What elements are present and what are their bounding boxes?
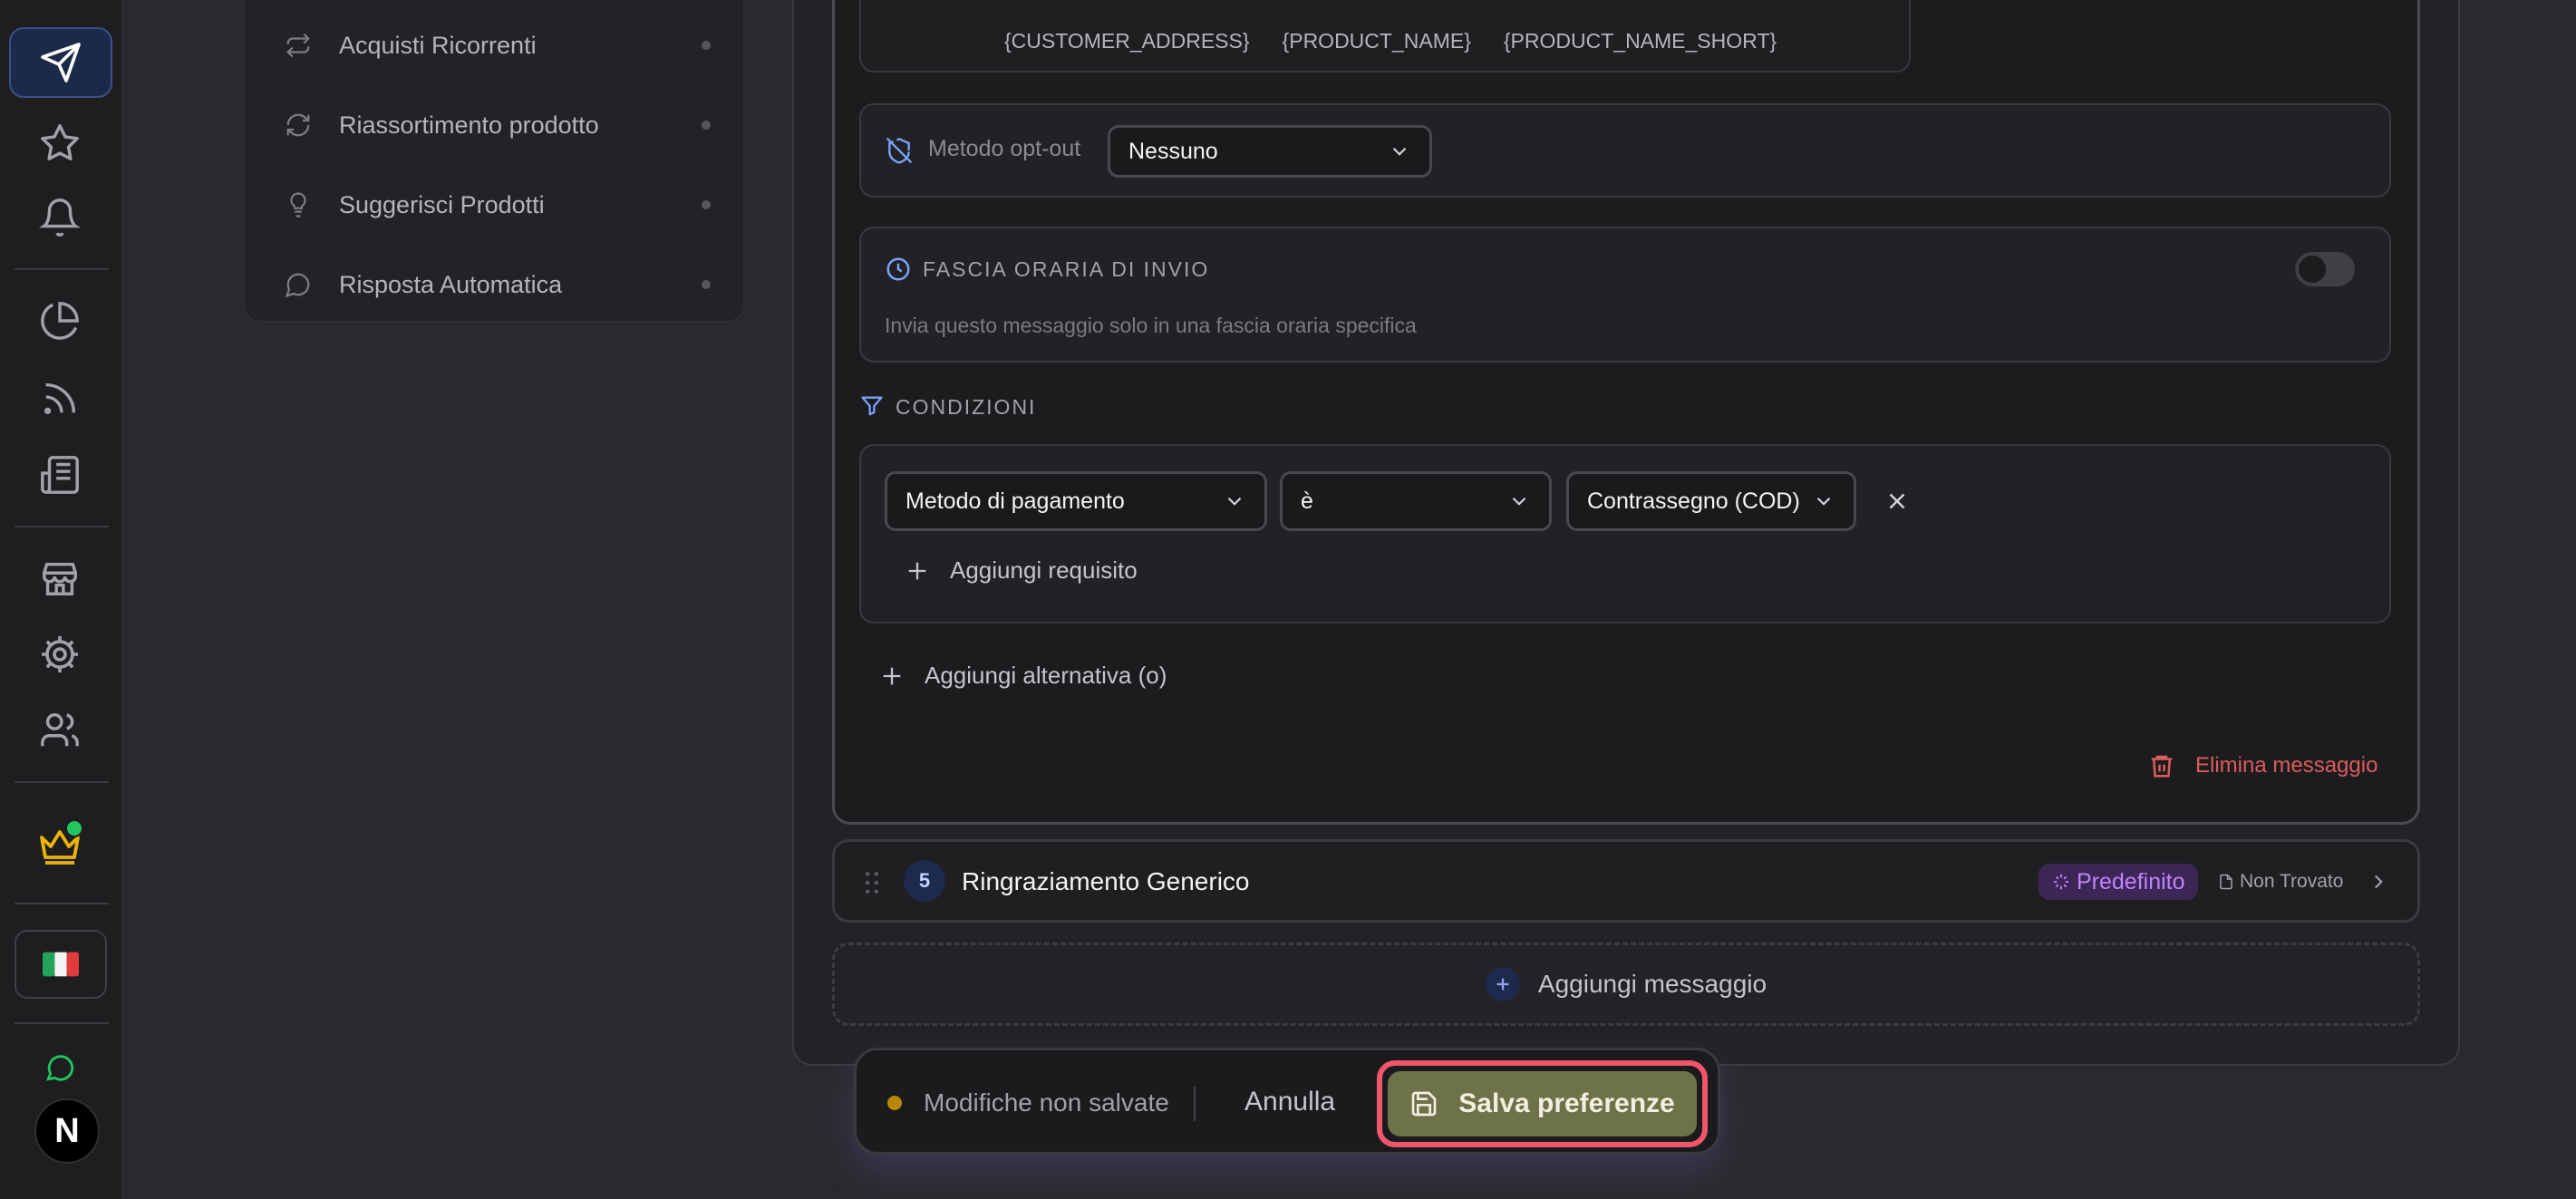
- pie-chart-icon[interactable]: [29, 290, 91, 352]
- italy-flag-icon: [43, 952, 79, 977]
- nav-item-label: Acquisti Ricorrenti: [339, 31, 537, 59]
- star-icon[interactable]: [29, 112, 91, 174]
- time-window-description: Invia questo messaggio solo in una fasci…: [885, 314, 1417, 337]
- shield-off-icon: [886, 137, 913, 164]
- chat-bubble-icon: [285, 273, 310, 298]
- rail-divider: [15, 526, 109, 527]
- variables-box: {CUSTOMER_ADDRESS} {PRODUCT_NAME} {PRODU…: [859, 0, 1911, 73]
- unsaved-label: Modifiche non salvate: [924, 1088, 1169, 1117]
- nav-status-dot: [702, 280, 711, 289]
- automation-nav-card: Acquisti Ricorrenti Riassortimento prodo…: [243, 0, 745, 323]
- variable-chip[interactable]: {PRODUCT_NAME_SHORT}: [1504, 29, 1777, 53]
- send-icon[interactable]: [9, 27, 112, 98]
- nav-status-dot: [702, 200, 711, 209]
- time-window-title: FASCIA ORARIA DI INVIO: [923, 257, 1210, 281]
- top-partial-icon[interactable]: [29, 0, 91, 31]
- nav-item-label: Riassortimento prodotto: [339, 111, 599, 139]
- delete-message-label: Elimina messaggio: [2195, 753, 2378, 778]
- add-message-button[interactable]: Aggiungi messaggio: [832, 943, 2420, 1026]
- nav-item-label: Risposta Automatica: [339, 270, 563, 298]
- default-badge: Predefinito: [2039, 864, 2198, 900]
- save-button[interactable]: Salva preferenze: [1377, 1060, 1708, 1147]
- chevron-down-icon: [1816, 497, 1831, 506]
- add-requirement-label: Aggiungi requisito: [950, 556, 1138, 584]
- add-alternative-button[interactable]: Aggiungi alternativa (o): [879, 662, 1167, 690]
- rail-divider: [15, 903, 109, 904]
- nav-status-dot: [702, 41, 711, 50]
- refresh-icon: [286, 113, 310, 137]
- language-flag-button[interactable]: [15, 930, 107, 999]
- chevron-down-icon: [1512, 497, 1526, 506]
- variable-chip[interactable]: {CUSTOMER_ADDRESS}: [1004, 29, 1250, 53]
- crown-icon[interactable]: [29, 816, 91, 877]
- filter-icon: [861, 396, 883, 416]
- savebar-divider: [1194, 1087, 1196, 1121]
- add-alternative-label: Aggiungi alternativa (o): [925, 662, 1167, 689]
- nav-item-suggerisci-prodotti[interactable]: Suggerisci Prodotti: [285, 178, 711, 232]
- sparkle-icon: [2053, 874, 2069, 890]
- drag-handle-icon: [865, 871, 879, 894]
- clock-icon: [886, 257, 910, 281]
- conditions-title: CONDIZIONI: [896, 395, 1037, 419]
- rail-divider: [15, 1022, 109, 1024]
- lightbulb-icon: [290, 192, 306, 218]
- nav-item-acquisti-ricorrenti[interactable]: Acquisti Ricorrenti: [285, 18, 711, 73]
- condition-field-select[interactable]: Metodo di pagamento: [885, 471, 1267, 531]
- save-button-label: Salva preferenze: [1458, 1088, 1675, 1118]
- conditions-box: Metodo di pagamento è Contrassegno (COD)…: [859, 444, 2391, 624]
- whatsapp-icon[interactable]: [29, 1046, 91, 1089]
- condition-field-value: Metodo di pagamento: [905, 488, 1125, 514]
- unsaved-changes-bar: Modifiche non salvate Annulla Salva pref…: [854, 1048, 1720, 1155]
- opt-out-row: Metodo opt-out Nessuno: [859, 103, 2391, 198]
- opt-out-select[interactable]: Nessuno: [1108, 125, 1432, 178]
- repeat-icon: [286, 33, 310, 58]
- message-row[interactable]: 5 Ringraziamento Generico Predefinito No…: [832, 839, 2420, 923]
- gear-icon[interactable]: [29, 624, 91, 685]
- file-icon: [2220, 874, 2232, 890]
- avatar[interactable]: N: [34, 1098, 100, 1164]
- variable-chip[interactable]: {PRODUCT_NAME}: [1283, 29, 1471, 53]
- rail-divider: [15, 268, 109, 270]
- message-number-badge: 5: [904, 860, 945, 902]
- icon-rail: N: [0, 0, 123, 1199]
- close-icon[interactable]: [1884, 488, 1911, 515]
- plus-icon: [883, 667, 901, 684]
- default-badge-label: Predefinito: [2077, 868, 2185, 894]
- rss-icon[interactable]: [29, 368, 91, 430]
- cancel-button[interactable]: Annulla: [1244, 1087, 1335, 1117]
- crown-status-dot: [65, 819, 83, 837]
- rail-divider: [15, 781, 109, 783]
- opt-out-label: Metodo opt-out: [928, 136, 1081, 161]
- users-icon[interactable]: [29, 700, 91, 761]
- plus-circle-icon: [1485, 967, 1520, 1001]
- chevron-right-icon: [2374, 875, 2383, 889]
- add-message-label: Aggiungi messaggio: [1537, 970, 1767, 998]
- chevron-down-icon: [1392, 147, 1407, 156]
- trash-icon: [2151, 755, 2173, 778]
- nav-item-riassortimento-prodotto[interactable]: Riassortimento prodotto: [285, 98, 711, 152]
- delete-message-button[interactable]: Elimina messaggio: [2148, 752, 2377, 779]
- nav-item-risposta-automatica[interactable]: Risposta Automatica: [285, 257, 711, 312]
- condition-value-text: Contrassegno (COD): [1587, 488, 1800, 514]
- bell-icon[interactable]: [29, 187, 91, 248]
- plus-icon: [908, 562, 926, 579]
- opt-out-value: Nessuno: [1128, 138, 1218, 164]
- condition-operator-select[interactable]: è: [1280, 471, 1552, 531]
- add-requirement-button[interactable]: Aggiungi requisito: [905, 556, 1138, 585]
- condition-value-select[interactable]: Contrassegno (COD): [1566, 471, 1856, 531]
- condition-operator-value: è: [1301, 488, 1313, 514]
- newspaper-icon[interactable]: [29, 444, 91, 506]
- store-icon[interactable]: [29, 547, 91, 609]
- status-badge-label: Non Trovato: [2240, 871, 2344, 892]
- status-badge: Non Trovato: [2218, 864, 2343, 900]
- unsaved-indicator-dot: [887, 1096, 902, 1110]
- chevron-down-icon: [1227, 497, 1242, 506]
- nav-item-label: Suggerisci Prodotti: [339, 190, 545, 218]
- nav-status-dot: [702, 121, 711, 130]
- time-window-toggle[interactable]: [2295, 252, 2355, 286]
- save-icon: [1411, 1091, 1437, 1117]
- time-window-box: FASCIA ORARIA DI INVIO Invia questo mess…: [859, 227, 2391, 363]
- message-title: Ringraziamento Generico: [962, 867, 1250, 895]
